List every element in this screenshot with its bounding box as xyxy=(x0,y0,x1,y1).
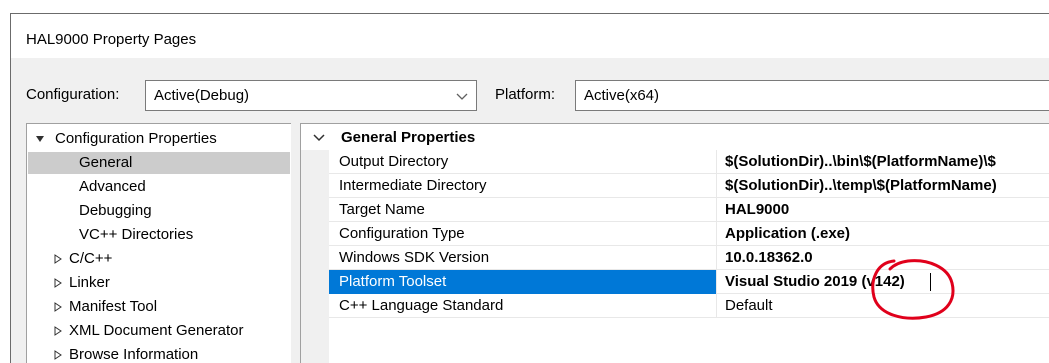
column-divider xyxy=(716,270,717,294)
property-name: Platform Toolset xyxy=(339,273,447,290)
property-row-target-name[interactable]: Target Name HAL9000 xyxy=(329,198,1049,222)
property-value: HAL9000 xyxy=(725,201,790,218)
property-name: Intermediate Directory xyxy=(339,177,487,194)
chevron-down-icon[interactable] xyxy=(452,84,472,110)
column-divider xyxy=(716,294,717,318)
tree-item-xml-document-generator[interactable]: XML Document Generator xyxy=(69,320,244,342)
platform-combo[interactable]: Active(x64) xyxy=(575,80,1049,111)
property-name: Target Name xyxy=(339,201,425,218)
property-row-configuration-type[interactable]: Configuration Type Application (.exe) xyxy=(329,222,1049,246)
property-name: C++ Language Standard xyxy=(339,297,504,314)
tree-item-general[interactable]: General xyxy=(79,152,132,174)
expand-triangle-icon[interactable] xyxy=(53,320,63,342)
column-divider xyxy=(716,222,717,246)
column-divider xyxy=(716,150,717,174)
property-value: Application (.exe) xyxy=(725,225,851,242)
grid-gutter xyxy=(301,150,329,363)
collapse-triangle-icon[interactable] xyxy=(35,128,49,150)
expand-triangle-icon[interactable] xyxy=(53,344,63,363)
tree-item-vc-directories[interactable]: VC++ Directories xyxy=(79,224,193,246)
property-row-intermediate-directory[interactable]: Intermediate Directory $(SolutionDir)..\… xyxy=(329,174,1049,198)
tree-item-configuration-properties[interactable]: Configuration Properties xyxy=(55,128,217,150)
property-name: Output Directory xyxy=(339,153,449,170)
tree-item-debugging[interactable]: Debugging xyxy=(79,200,152,222)
property-value: 10.0.18362.0 xyxy=(725,249,813,266)
red-circle-annotation xyxy=(864,255,964,325)
tree-item-manifest-tool[interactable]: Manifest Tool xyxy=(69,296,157,318)
tree-item-browse-information[interactable]: Browse Information xyxy=(69,344,198,363)
configuration-label: Configuration: xyxy=(26,86,120,103)
tree-item-c-cpp[interactable]: C/C++ xyxy=(69,248,112,270)
property-value: $(SolutionDir)..\temp\$(PlatformName) xyxy=(725,177,997,194)
chevron-down-icon[interactable] xyxy=(311,129,327,145)
expand-triangle-icon[interactable] xyxy=(53,296,63,318)
tree-item-advanced[interactable]: Advanced xyxy=(79,176,146,198)
property-value: $(SolutionDir)..\bin\$(PlatformName)\$ xyxy=(725,153,996,170)
property-value: Default xyxy=(725,297,773,314)
column-divider xyxy=(716,198,717,222)
property-name: Windows SDK Version xyxy=(339,249,490,266)
tree-item-linker[interactable]: Linker xyxy=(69,272,110,294)
column-divider xyxy=(716,174,717,198)
screenshot-margin xyxy=(0,0,10,363)
column-divider xyxy=(716,246,717,270)
category-row[interactable]: General Properties xyxy=(301,124,1049,150)
property-grid: General Properties Output Directory $(So… xyxy=(300,123,1049,363)
property-row-output-directory[interactable]: Output Directory $(SolutionDir)..\bin\$(… xyxy=(329,150,1049,174)
configuration-tree: Configuration Properties General Advance… xyxy=(26,123,291,363)
configuration-combo[interactable]: Active(Debug) xyxy=(145,80,477,111)
configuration-value: Active(Debug) xyxy=(154,87,250,104)
platform-value: Active(x64) xyxy=(584,87,660,104)
category-title: General Properties xyxy=(341,129,476,146)
expand-triangle-icon[interactable] xyxy=(53,272,63,294)
tree-selection-highlight xyxy=(28,152,290,174)
property-name: Configuration Type xyxy=(339,225,465,242)
platform-label: Platform: xyxy=(495,86,556,103)
expand-triangle-icon[interactable] xyxy=(53,248,63,270)
